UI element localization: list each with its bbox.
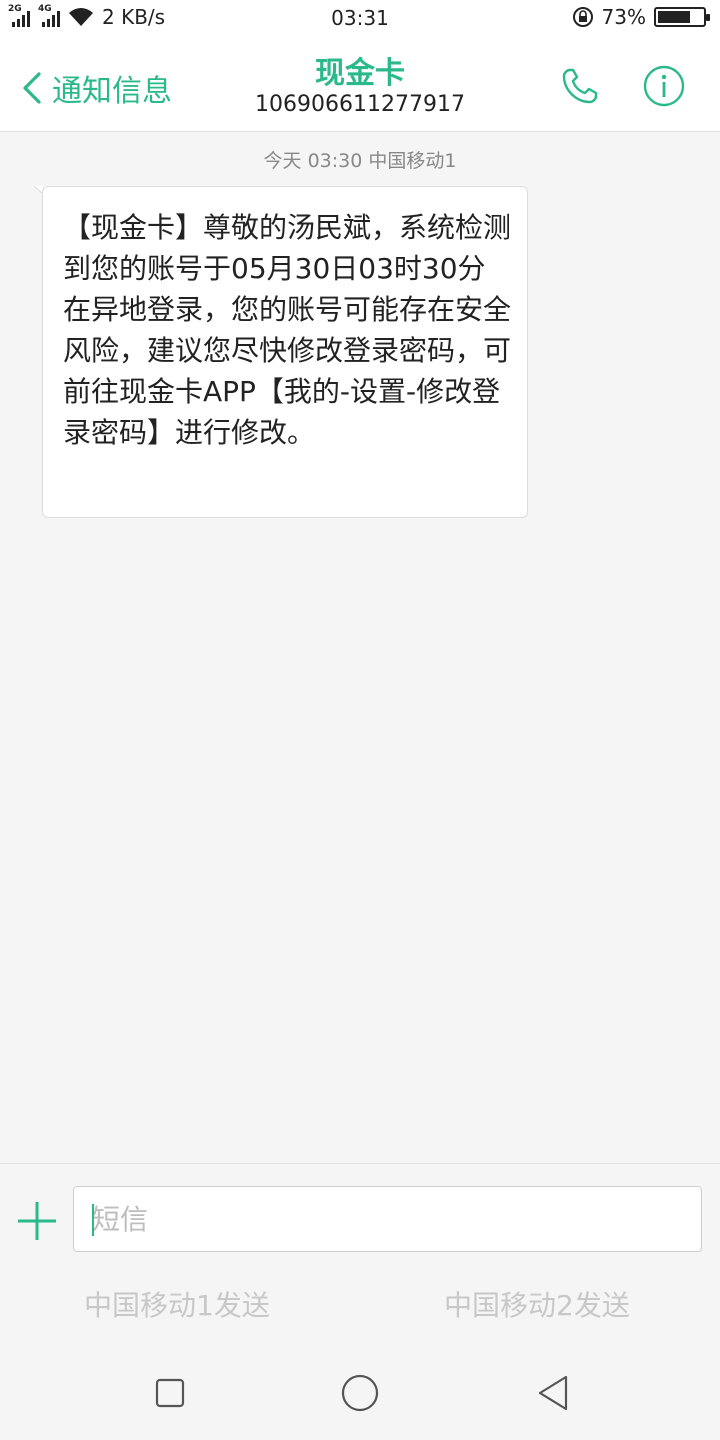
system-nav-bar — [0, 1340, 720, 1440]
plus-icon — [18, 1202, 56, 1240]
home-button[interactable] — [340, 1374, 380, 1414]
contact-title: 现金卡 — [315, 56, 405, 91]
info-button[interactable] — [642, 64, 686, 108]
triangle-back-icon — [538, 1375, 568, 1411]
battery-icon — [654, 7, 710, 27]
circle-icon — [341, 1374, 379, 1412]
info-icon — [643, 65, 685, 107]
text-cursor — [92, 1204, 94, 1236]
battery-fill — [658, 11, 690, 23]
message-text: 【现金卡】尊敬的汤民斌，系统检测到您的账号于05月30日03时30分在异地登录，… — [63, 211, 512, 449]
status-right: 73% — [572, 5, 710, 29]
message-bubble[interactable]: 【现金卡】尊敬的汤民斌，系统检测到您的账号于05月30日03时30分在异地登录，… — [34, 186, 528, 518]
phone-icon — [562, 68, 598, 104]
rotation-lock-icon — [572, 7, 593, 27]
recents-button[interactable] — [150, 1374, 190, 1414]
square-icon — [155, 1378, 185, 1408]
message-timestamp: 今天 03:30 中国移动1 — [263, 150, 457, 172]
call-button[interactable] — [558, 64, 602, 108]
conversation-header: 通知信息 现金卡 106906611277917 — [0, 38, 720, 132]
battery-percent: 73% — [601, 5, 646, 29]
status-bar: 2G 4G 2 KB/s 03:31 73% — [0, 0, 720, 38]
message-body: 【现金卡】尊敬的汤民斌，系统检测到您的账号于05月30日03时30分在异地登录，… — [42, 186, 528, 518]
sms-input[interactable] — [73, 1186, 702, 1252]
attach-button[interactable] — [16, 1200, 58, 1242]
contact-number: 106906611277917 — [255, 92, 465, 117]
send-sim2-button[interactable]: 中国移动2发送 — [444, 1284, 630, 1324]
send-sim1-button[interactable]: 中国移动1发送 — [84, 1284, 270, 1324]
back-nav-button[interactable] — [534, 1374, 574, 1414]
